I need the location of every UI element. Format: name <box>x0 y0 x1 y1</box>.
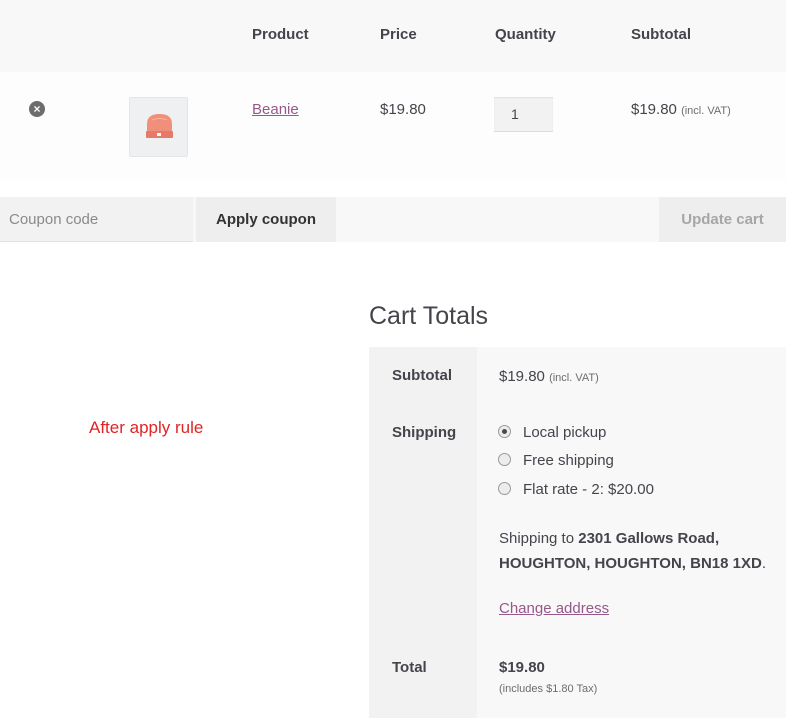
shipping-address-line1: 2301 Gallows Road, <box>578 530 720 547</box>
shipping-radio-free-shipping[interactable] <box>498 453 511 466</box>
shipping-option-flat-rate[interactable]: Flat rate - 2: $20.00 <box>523 481 654 498</box>
item-subtotal: $19.80 (incl. VAT) <box>631 101 731 118</box>
coupon-code-input[interactable] <box>0 197 193 242</box>
apply-coupon-button[interactable]: Apply coupon <box>196 197 336 242</box>
remove-item-icon[interactable]: × <box>29 101 45 117</box>
product-thumbnail[interactable] <box>129 97 188 157</box>
header-subtotal: Subtotal <box>631 26 691 43</box>
item-subtotal-note: (incl. VAT) <box>681 105 731 117</box>
header-quantity: Quantity <box>495 26 556 43</box>
header-price: Price <box>380 26 417 43</box>
totals-subtotal-value: $19.80 <box>499 368 545 385</box>
totals-subtotal-note: (incl. VAT) <box>549 372 599 384</box>
product-link-beanie[interactable]: Beanie <box>252 101 299 118</box>
item-subtotal-value: $19.80 <box>631 101 677 118</box>
shipping-to-prefix: Shipping to <box>499 530 575 547</box>
item-price: $19.80 <box>380 101 426 118</box>
cart-table-header: Product Price Quantity Subtotal <box>0 0 786 72</box>
beanie-icon <box>146 114 173 138</box>
quantity-input[interactable] <box>494 97 553 132</box>
totals-subtotal: $19.80 (incl. VAT) <box>499 368 599 385</box>
change-address-link[interactable]: Change address <box>499 600 609 617</box>
cart-item-row <box>0 72 786 180</box>
shipping-address-line2: HOUGHTON, HOUGHTON, BN18 1XD <box>499 555 762 572</box>
shipping-radio-local-pickup[interactable] <box>498 425 511 438</box>
annotation-note: After apply rule <box>89 418 204 437</box>
shipping-destination: Shipping to 2301 Gallows Road, HOUGHTON,… <box>499 530 766 572</box>
shipping-radio-flat-rate[interactable] <box>498 482 511 495</box>
shipping-option-free-shipping[interactable]: Free shipping <box>523 452 614 469</box>
shipping-option-local-pickup[interactable]: Local pickup <box>523 424 606 441</box>
totals-total-label: Total <box>392 659 427 676</box>
header-product: Product <box>252 26 309 43</box>
totals-total-value: $19.80 <box>499 659 545 676</box>
totals-shipping-label: Shipping <box>392 424 457 441</box>
totals-subtotal-label: Subtotal <box>392 367 452 384</box>
cart-totals-title: Cart Totals <box>369 302 489 330</box>
totals-tax-note: (includes $1.80 Tax) <box>499 683 598 695</box>
update-cart-button[interactable]: Update cart <box>659 197 786 242</box>
